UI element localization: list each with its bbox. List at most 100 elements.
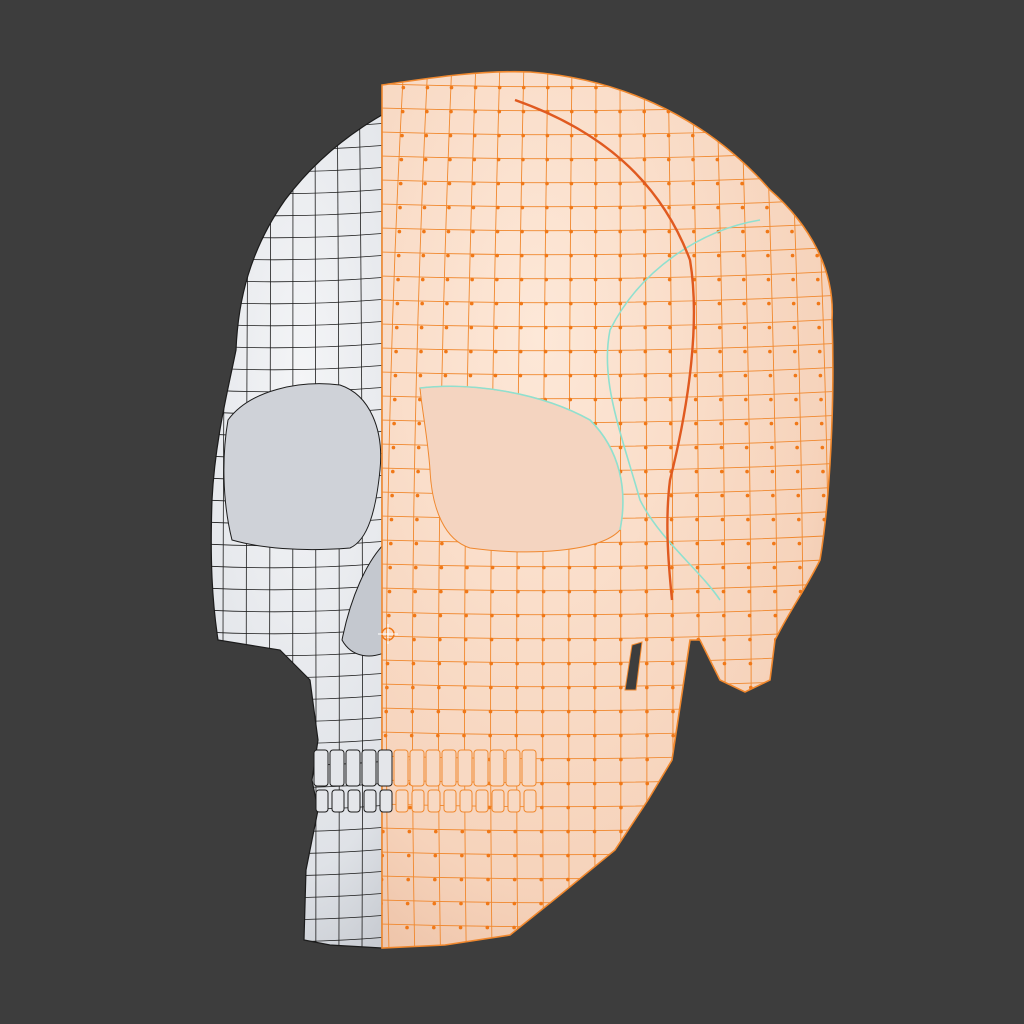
mesh-vertex[interactable]	[569, 109, 574, 114]
mesh-vertex[interactable]	[393, 373, 398, 378]
mesh-vertex[interactable]	[692, 253, 696, 258]
mesh-vertex[interactable]	[473, 109, 477, 114]
mesh-vertex[interactable]	[464, 589, 469, 594]
mesh-vertex[interactable]	[723, 733, 728, 738]
mesh-vertex[interactable]	[387, 589, 392, 594]
mesh-vertex[interactable]	[519, 277, 524, 282]
mesh-vertex[interactable]	[497, 109, 502, 114]
mesh-vertex[interactable]	[417, 421, 422, 426]
mesh-vertex[interactable]	[592, 709, 597, 714]
mesh-vertex[interactable]	[568, 373, 573, 378]
mesh-vertex[interactable]	[493, 349, 498, 354]
mesh-vertex[interactable]	[798, 565, 802, 570]
mesh-vertex[interactable]	[860, 902, 864, 906]
mesh-vertex[interactable]	[449, 109, 453, 114]
mesh-vertex[interactable]	[592, 829, 597, 834]
mesh-vertex[interactable]	[779, 925, 784, 930]
mesh-vertex[interactable]	[410, 709, 415, 714]
mesh-vertex[interactable]	[724, 781, 728, 786]
mesh-vertex[interactable]	[462, 709, 467, 714]
mesh-vertex[interactable]	[619, 950, 623, 954]
mesh-vertex[interactable]	[439, 565, 444, 570]
mesh-vertex[interactable]	[520, 181, 525, 186]
mesh-vertex[interactable]	[489, 637, 494, 642]
mesh-vertex[interactable]	[802, 733, 806, 738]
mesh-vertex[interactable]	[569, 157, 574, 162]
mesh-vertex[interactable]	[776, 781, 781, 786]
mesh-vertex[interactable]	[438, 613, 443, 618]
mesh-vertex[interactable]	[754, 950, 758, 954]
mesh-vertex[interactable]	[645, 829, 650, 834]
mesh-vertex[interactable]	[569, 229, 573, 234]
mesh-vertex[interactable]	[666, 85, 670, 90]
mesh-vertex[interactable]	[645, 877, 650, 882]
mesh-vertex[interactable]	[746, 541, 751, 546]
mesh-vertex[interactable]	[593, 397, 598, 402]
mesh-vertex[interactable]	[720, 493, 724, 498]
mesh-vertex[interactable]	[814, 205, 818, 210]
mesh-vertex[interactable]	[566, 853, 570, 858]
mesh-vertex[interactable]	[645, 685, 649, 690]
mesh-vertex[interactable]	[544, 253, 549, 258]
mesh-vertex[interactable]	[619, 757, 623, 762]
mesh-vertex[interactable]	[592, 901, 597, 906]
mesh-vertex[interactable]	[832, 901, 837, 906]
mesh-vertex[interactable]	[666, 133, 671, 138]
mesh-vertex[interactable]	[439, 589, 443, 594]
mesh-vertex[interactable]	[715, 157, 720, 162]
mesh-vertex[interactable]	[593, 373, 598, 378]
mesh-vertex[interactable]	[818, 373, 823, 378]
mesh-vertex[interactable]	[495, 229, 500, 234]
mesh-vertex[interactable]	[842, 326, 846, 330]
mesh-vertex[interactable]	[691, 205, 696, 210]
mesh-vertex[interactable]	[795, 469, 800, 474]
mesh-vertex[interactable]	[773, 613, 778, 618]
mesh-vertex[interactable]	[402, 62, 406, 66]
mesh-vertex[interactable]	[618, 541, 623, 546]
mesh-vertex[interactable]	[806, 901, 810, 906]
mesh-vertex[interactable]	[644, 469, 648, 474]
mesh-vertex[interactable]	[566, 829, 570, 834]
mesh-vertex[interactable]	[791, 277, 795, 282]
mesh-vertex[interactable]	[433, 877, 437, 882]
mesh-vertex[interactable]	[643, 397, 648, 402]
mesh-vertex[interactable]	[383, 733, 388, 738]
mesh-vertex[interactable]	[568, 397, 573, 402]
mesh-vertex[interactable]	[401, 85, 406, 90]
mesh-vertex[interactable]	[392, 421, 396, 426]
mesh-vertex[interactable]	[568, 325, 573, 330]
mesh-vertex[interactable]	[470, 277, 474, 282]
mesh-vertex[interactable]	[546, 85, 550, 90]
mesh-vertex[interactable]	[566, 877, 570, 882]
mesh-vertex[interactable]	[593, 565, 597, 570]
mesh-vertex[interactable]	[849, 566, 853, 570]
mesh-vertex[interactable]	[642, 229, 647, 234]
mesh-vertex[interactable]	[619, 661, 623, 666]
mesh-vertex[interactable]	[671, 781, 676, 786]
mesh-vertex[interactable]	[668, 325, 672, 330]
mesh-vertex[interactable]	[645, 709, 649, 714]
mesh-vertex[interactable]	[619, 925, 623, 930]
mesh-vertex[interactable]	[727, 950, 731, 954]
3d-viewport[interactable]	[0, 0, 1024, 1024]
mesh-vertex[interactable]	[744, 421, 749, 426]
mesh-vertex[interactable]	[446, 253, 450, 258]
mesh-vertex[interactable]	[796, 493, 801, 498]
mesh-vertex[interactable]	[400, 133, 404, 138]
mesh-vertex[interactable]	[513, 829, 517, 834]
mesh-vertex[interactable]	[565, 925, 570, 930]
mesh-vertex[interactable]	[838, 182, 842, 186]
mesh-vertex[interactable]	[643, 253, 647, 258]
mesh-vertex[interactable]	[699, 877, 703, 882]
mesh-vertex[interactable]	[699, 925, 704, 930]
mesh-vertex[interactable]	[694, 469, 699, 474]
mesh-vertex[interactable]	[803, 781, 807, 786]
mesh-vertex[interactable]	[778, 853, 783, 858]
mesh-vertex[interactable]	[721, 565, 725, 570]
mesh-vertex[interactable]	[642, 157, 647, 162]
mesh-vertex[interactable]	[804, 853, 809, 858]
mesh-vertex[interactable]	[725, 877, 730, 882]
mesh-vertex[interactable]	[515, 685, 519, 690]
mesh-vertex[interactable]	[698, 853, 703, 858]
mesh-vertex[interactable]	[811, 109, 816, 114]
